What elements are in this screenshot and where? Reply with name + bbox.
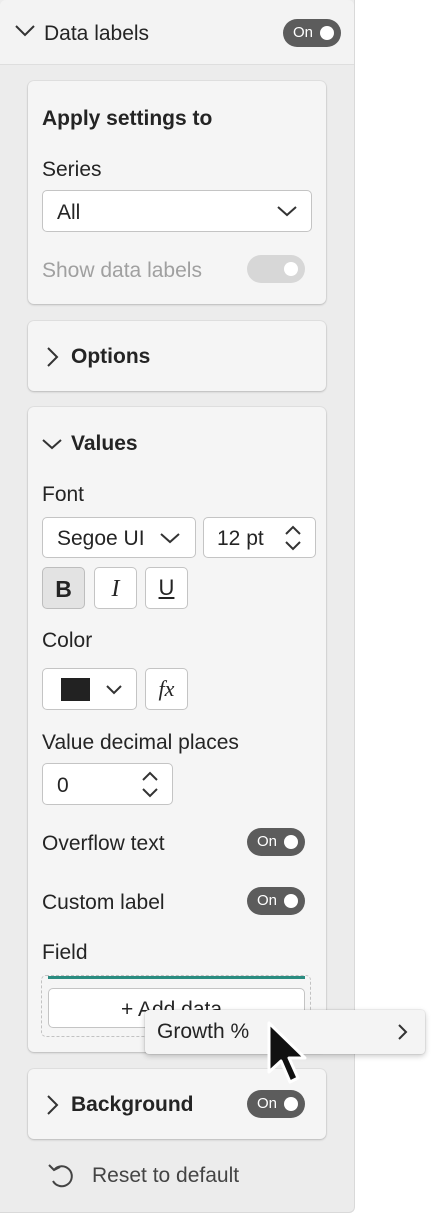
underline-icon: U	[158, 575, 175, 600]
chevron-up-icon[interactable]	[141, 770, 159, 782]
decimal-places-value: 0	[57, 774, 69, 797]
chevron-up-icon[interactable]	[284, 524, 302, 536]
options-title: Options	[71, 345, 151, 368]
toggle-knob	[320, 26, 334, 40]
overflow-text-label: Overflow text	[42, 832, 165, 855]
data-labels-toggle[interactable]: On	[283, 19, 341, 47]
color-swatch	[61, 678, 90, 701]
decimal-places-label: Value decimal places	[42, 731, 239, 754]
font-size-value: 12 pt	[217, 527, 264, 550]
chevron-down-icon[interactable]	[141, 787, 159, 799]
chevron-right-icon	[398, 1024, 408, 1040]
font-family-value: Segoe UI	[57, 527, 145, 550]
toggle-label: On	[257, 892, 278, 909]
chevron-down-icon	[277, 206, 297, 217]
bold-icon: B	[55, 576, 72, 602]
series-label: Series	[42, 158, 102, 181]
toggle-label: On	[257, 833, 278, 850]
toggle-label: On	[257, 1095, 278, 1112]
bold-button[interactable]: B	[42, 567, 85, 609]
options-card[interactable]: Options	[28, 321, 326, 391]
fx-icon: fx	[158, 676, 175, 701]
chevron-right-icon	[47, 1095, 59, 1115]
drop-indicator	[48, 976, 305, 979]
color-label: Color	[42, 629, 93, 652]
underline-button[interactable]: U	[145, 567, 188, 609]
apply-settings-card: Apply settings to Series All Show data l…	[28, 81, 326, 304]
show-data-labels-toggle[interactable]	[247, 255, 305, 283]
italic-button[interactable]: I	[94, 567, 137, 609]
reset-label: Reset to default	[92, 1164, 240, 1187]
series-dropdown[interactable]: All	[42, 190, 312, 232]
data-labels-title: Data labels	[44, 22, 150, 45]
font-size-stepper[interactable]: 12 pt	[203, 517, 316, 558]
italic-icon: I	[111, 576, 120, 602]
reset-icon	[48, 1164, 73, 1188]
background-toggle[interactable]: On	[247, 1090, 305, 1118]
values-card: Values Font Segoe UI 12 pt B I U Color f…	[28, 407, 326, 1052]
chevron-down-icon	[106, 685, 122, 695]
toggle-knob	[284, 262, 298, 276]
reset-to-default-button[interactable]: Reset to default	[44, 1158, 284, 1194]
menu-item-label: Growth %	[157, 1020, 250, 1043]
toggle-knob	[284, 894, 298, 908]
apply-settings-title: Apply settings to	[42, 107, 213, 130]
decimal-places-stepper[interactable]: 0	[42, 763, 173, 805]
chevron-down-icon[interactable]	[41, 438, 63, 451]
color-picker[interactable]	[42, 668, 137, 710]
background-title: Background	[71, 1093, 194, 1116]
toggle-knob	[284, 835, 298, 849]
show-data-labels-label: Show data labels	[42, 259, 202, 282]
chevron-down-icon	[160, 533, 180, 544]
chevron-down-icon[interactable]	[284, 540, 302, 552]
overflow-text-toggle[interactable]: On	[247, 828, 305, 856]
field-label: Field	[42, 941, 88, 964]
font-family-dropdown[interactable]: Segoe UI	[42, 517, 196, 558]
custom-label-toggle[interactable]: On	[247, 887, 305, 915]
chevron-right-icon	[47, 347, 59, 367]
toggle-label: On	[293, 24, 314, 41]
custom-label-label: Custom label	[42, 891, 165, 914]
chevron-down-icon	[15, 25, 35, 37]
data-labels-header[interactable]: Data labels On	[0, 0, 354, 65]
mouse-cursor-icon	[267, 1021, 307, 1084]
font-label: Font	[42, 483, 85, 506]
toggle-knob	[284, 1097, 298, 1111]
values-title: Values	[71, 432, 138, 455]
series-value: All	[57, 201, 81, 224]
conditional-format-button[interactable]: fx	[145, 668, 188, 710]
